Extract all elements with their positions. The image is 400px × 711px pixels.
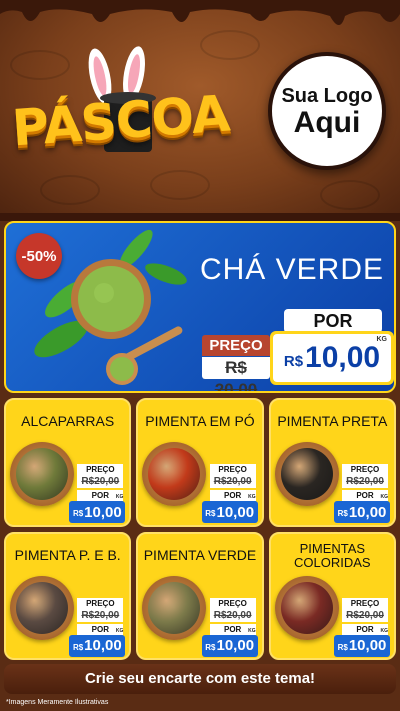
product-bowl-image	[274, 442, 339, 506]
preco-label: PREÇO	[202, 335, 270, 356]
logo-placeholder: Sua Logo Aqui	[268, 52, 386, 170]
currency: R$	[205, 509, 216, 518]
old-price: R$20,00	[342, 609, 388, 622]
swirl-decor	[150, 170, 210, 200]
new-price: 10,00	[348, 637, 387, 654]
preco-label: PREÇO	[209, 597, 256, 610]
unit: KG	[248, 627, 256, 634]
logo-line-2: Aqui	[293, 105, 361, 139]
unit: KG	[376, 336, 388, 343]
preco-label: PREÇO	[342, 597, 388, 610]
discount-badge: -50%	[16, 233, 62, 279]
new-price-tag: R$ 10,00 KG	[201, 628, 258, 657]
product-card: PIMENTAS COLORIDAS PREÇO R$20,00 POR R$ …	[268, 531, 396, 660]
currency: R$	[283, 352, 304, 370]
currency: R$	[72, 509, 84, 518]
disclaimer: *Imagens Meramente Ilustrativas	[6, 699, 109, 706]
cta-banner: Crie seu encarte com este tema!	[4, 664, 396, 694]
por-label: POR	[284, 309, 382, 333]
currency: R$	[337, 642, 348, 652]
product-card: ALCAPARRAS PREÇO R$20,00 POR R$ 10,00 KG	[4, 398, 132, 527]
preco-label: PREÇO	[209, 464, 256, 476]
product-bowl-image	[10, 575, 74, 640]
old-price: R$20,00	[342, 476, 388, 488]
featured-product-card: -50% CHÁ VERDE POR PREÇO R$ 20,00 R$ 10,…	[4, 221, 396, 393]
new-price-tag: R$ 10,00 KG	[334, 628, 390, 657]
easter-title: PÁSCOA	[10, 84, 232, 158]
product-name: PIMENTAS COLORIDAS	[294, 540, 371, 570]
product-grid: ALCAPARRAS PREÇO R$20,00 POR R$ 10,00 KG…	[4, 398, 396, 660]
preco-label: PREÇO	[77, 597, 124, 610]
product-card: PIMENTA EM PÓ PREÇO R$20,00 POR R$ 10,00…	[136, 398, 264, 527]
preco-label: PREÇO	[342, 464, 388, 476]
product-name: PIMENTA VERDE	[143, 546, 257, 563]
old-price: R$20,00	[77, 476, 124, 488]
new-price-tag: R$ 10,00 KG	[69, 628, 126, 657]
new-price: 10,00	[84, 637, 122, 654]
divider	[0, 213, 400, 221]
unit: KG	[248, 494, 256, 500]
swirl-decor	[10, 50, 70, 80]
currency: R$	[337, 509, 348, 518]
swirl-decor	[320, 180, 380, 210]
new-price-tag: R$ 10,00 KG	[69, 494, 126, 523]
preco-label: PREÇO	[77, 464, 124, 476]
currency: R$	[72, 642, 84, 652]
product-card: PIMENTA PRETA PREÇO R$20,00 POR R$ 10,00…	[268, 398, 396, 527]
old-price: R$ 20,00	[202, 357, 270, 391]
unit: KG	[115, 627, 124, 634]
product-name: PIMENTA EM PÓ	[145, 413, 255, 429]
product-bowl-image	[142, 575, 207, 640]
product-card: PIMENTA VERDE PREÇO R$20,00 POR R$ 10,00…	[136, 531, 264, 660]
new-price: 10,00	[305, 341, 381, 374]
product-name: ALCAPARRAS	[21, 413, 115, 429]
swirl-decor	[40, 175, 100, 205]
new-price: 10,00	[216, 503, 255, 521]
product-card: PIMENTA P. E B. PREÇO R$20,00 POR R$ 10,…	[4, 531, 132, 660]
new-price-tag: R$ 10,00 KG	[201, 494, 258, 523]
new-price: 10,00	[348, 503, 387, 521]
logo-line-1: Sua Logo	[281, 84, 373, 107]
product-bowl-image	[142, 442, 207, 506]
unit: KG	[115, 494, 124, 500]
new-price: 10,00	[84, 503, 122, 521]
old-price: R$20,00	[209, 476, 256, 488]
old-price: R$20,00	[77, 609, 124, 622]
product-bowl-image	[274, 575, 339, 640]
header-background: PÁSCOA Sua Logo Aqui	[0, 0, 400, 215]
new-price-tag: R$ 10,00 KG	[334, 494, 390, 523]
currency: R$	[205, 642, 216, 652]
product-name: PIMENTA P. E B.	[14, 546, 121, 563]
unit: KG	[380, 494, 389, 500]
old-price: R$20,00	[209, 609, 256, 622]
new-price: 10,00	[216, 637, 255, 654]
product-name: PIMENTA PRETA	[277, 413, 388, 429]
swirl-decor	[200, 30, 260, 60]
chocolate-drips	[0, 0, 400, 25]
new-price-tag: R$ 10,00 KG	[270, 331, 394, 385]
product-bowl-image	[10, 442, 74, 506]
unit: KG	[380, 627, 389, 634]
featured-product-name: CHÁ VERDE	[199, 253, 384, 286]
